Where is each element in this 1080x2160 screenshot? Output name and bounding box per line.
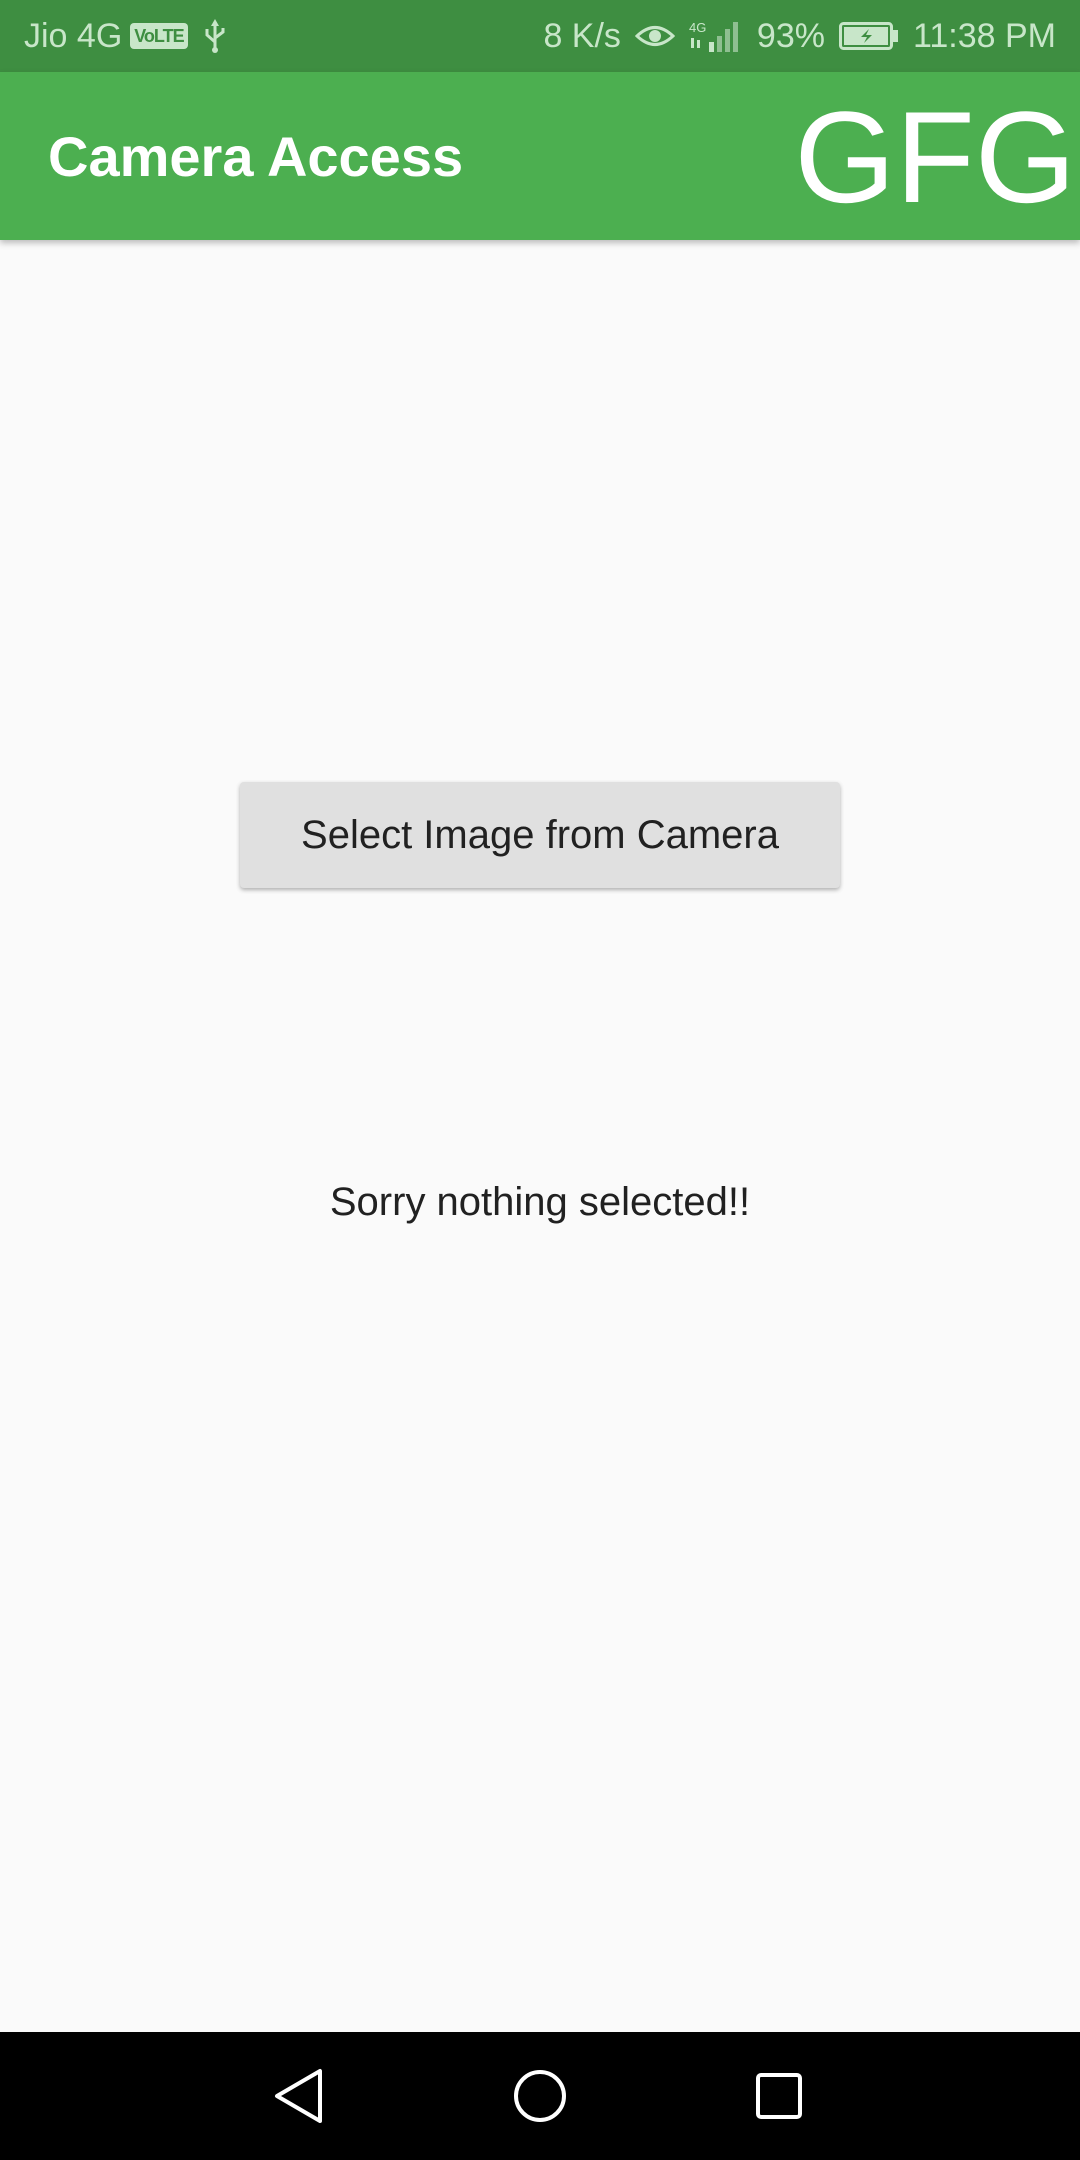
carrier-label: Jio 4G [24,16,123,55]
usb-icon [202,18,228,54]
back-icon[interactable] [259,2056,339,2136]
status-time: 11:38 PM [912,16,1056,55]
status-left: Jio 4G VoLTE [24,17,228,56]
status-bar: Jio 4G VoLTE 8 K/s 4G 93% 11:38 PM [0,0,1080,72]
app-bar: Camera Access GFG [0,72,1080,240]
volte-badge: VoLTE [130,23,188,49]
recents-icon[interactable] [739,2056,819,2136]
app-title: Camera Access [48,125,464,188]
home-icon[interactable] [500,2056,580,2136]
signal-icon: 4G [689,18,743,54]
battery-icon [838,22,899,50]
status-right: 8 K/s 4G 93% 11:38 PM [543,17,1056,56]
battery-percent: 93% [756,16,825,55]
network-speed: 8 K/s [543,16,621,55]
status-message: Sorry nothing selected!! [329,1180,751,1224]
svg-text:4G: 4G [689,20,706,35]
select-image-button[interactable]: Select Image from Camera [240,782,840,888]
eye-icon [634,21,675,51]
navigation-bar [0,2032,1080,2160]
brand-logo-text: GFG [794,84,1076,230]
